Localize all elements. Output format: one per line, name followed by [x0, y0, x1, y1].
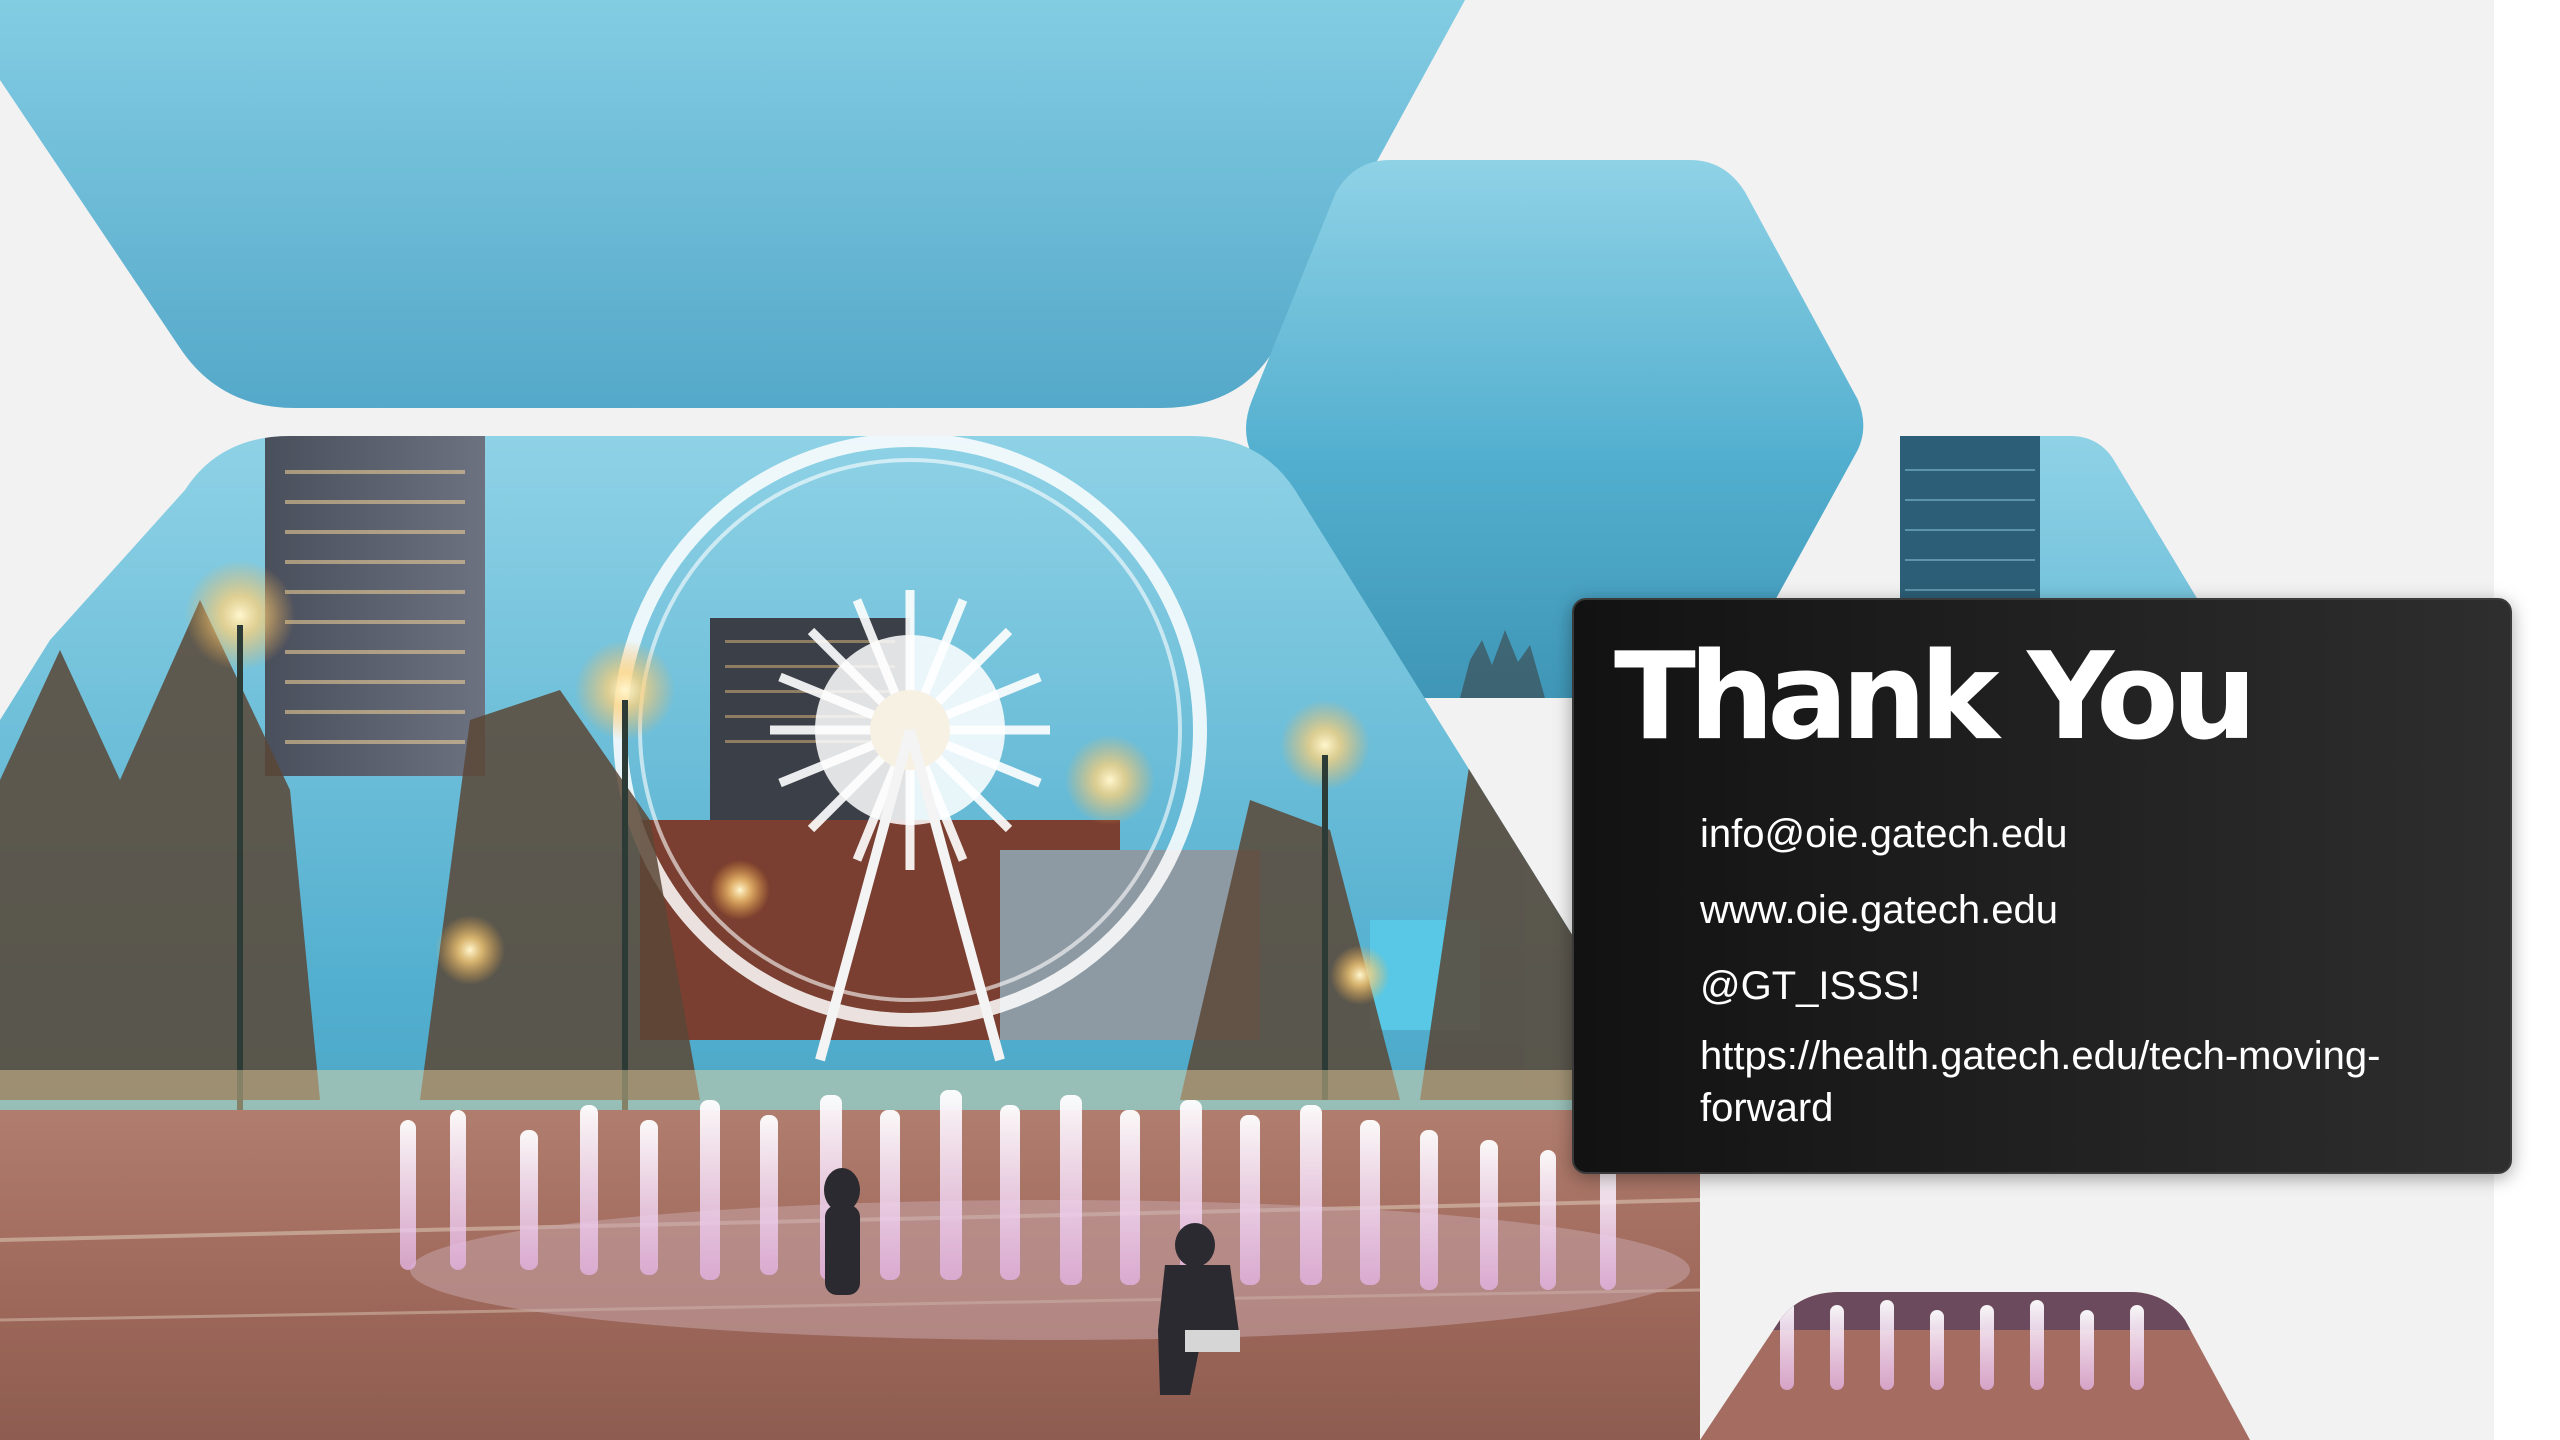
contact-social-handle[interactable]: @GT_ISSS! [1700, 960, 2460, 1012]
thank-you-title: Thank You [1614, 628, 2257, 767]
contact-list: info@oie.gatech.edu www.oie.gatech.edu @… [1700, 808, 2460, 1158]
thank-you-slide: Thank You info@oie.gatech.edu www.oie.ga… [0, 0, 2560, 1440]
contact-website[interactable]: www.oie.gatech.edu [1700, 884, 2460, 936]
contact-health-link[interactable]: https://health.gatech.edu/tech-moving-fo… [1700, 1030, 2460, 1134]
thank-you-card: Thank You info@oie.gatech.edu www.oie.ga… [1572, 598, 2512, 1174]
contact-email[interactable]: info@oie.gatech.edu [1700, 808, 2460, 860]
